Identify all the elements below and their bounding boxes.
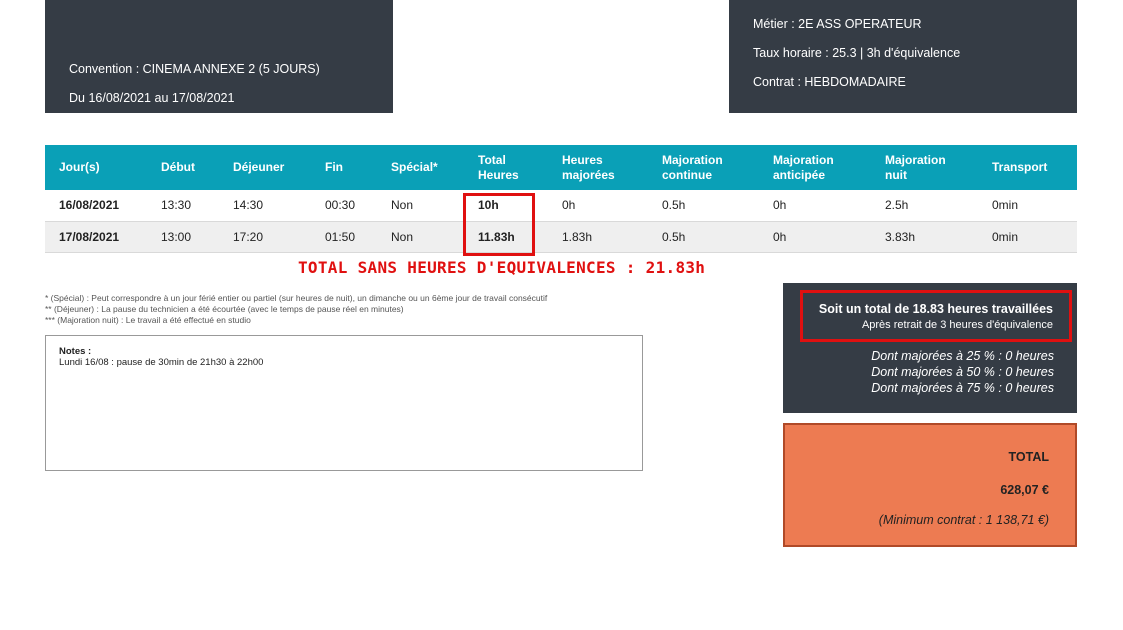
majoration-50: Dont majorées à 50 % : 0 heures <box>871 365 1054 379</box>
special-cell: Non <box>391 229 414 244</box>
header-cell: Transport <box>992 160 1048 174</box>
lunch-cell: 14:30 <box>233 198 264 213</box>
majoration-25: Dont majorées à 25 % : 0 heures <box>871 349 1054 363</box>
contract-label: Contrat : HEBDOMADAIRE <box>753 75 906 89</box>
header-cell: Majoration anticipée <box>773 152 834 182</box>
anticipated-cell: 0h <box>773 229 787 244</box>
header-cell: Total Heures <box>478 152 519 182</box>
job-header-box: Métier : 2E ASS OPERATEUR Taux horaire :… <box>729 0 1077 113</box>
total-label: TOTAL <box>1008 450 1049 464</box>
start-cell: 13:30 <box>161 198 192 213</box>
continuous-cell: 0.5h <box>662 229 686 244</box>
day-cell: 17/08/2021 <box>59 229 120 244</box>
header-cell: Majoration nuit <box>885 152 946 182</box>
total-hours-highlight <box>463 193 535 256</box>
header-cell: Majoration continue <box>662 152 723 182</box>
table-row: 17/08/2021 13:00 17:20 01:50 Non 11.83h … <box>45 221 1077 252</box>
transport-cell: 0min <box>992 229 1019 244</box>
start-cell: 13:00 <box>161 229 192 244</box>
header-cell: Déjeuner <box>233 160 285 174</box>
special-cell: Non <box>391 198 414 213</box>
header-cell: Fin <box>325 160 343 174</box>
header-cell: Jour(s) <box>59 160 100 174</box>
minimum-contract: (Minimum contrat : 1 138,71 €) <box>878 513 1049 527</box>
convention-label: Convention : CINEMA ANNEXE 2 (5 JOURS) <box>69 62 320 76</box>
table-row: 16/08/2021 13:30 14:30 00:30 Non 10h 0h … <box>45 190 1077 221</box>
hours-table: Jour(s) Début Déjeuner Fin Spécial* Tota… <box>45 145 1077 253</box>
continuous-cell: 0.5h <box>662 198 686 213</box>
overtime-cell: 0h <box>562 198 576 213</box>
night-cell: 3.83h <box>885 229 916 244</box>
transport-cell: 0min <box>992 198 1019 213</box>
table-header-row: Jour(s) Début Déjeuner Fin Spécial* Tota… <box>45 145 1077 190</box>
notes-title: Notes : <box>59 346 92 357</box>
total-box: TOTAL 628,07 € (Minimum contrat : 1 138,… <box>783 423 1077 547</box>
job-label: Métier : 2E ASS OPERATEUR <box>753 17 922 31</box>
convention-header-box: Convention : CINEMA ANNEXE 2 (5 JOURS) D… <box>45 0 393 113</box>
overtime-cell: 1.83h <box>562 229 593 244</box>
majoration-75: Dont majorées à 75 % : 0 heures <box>871 381 1054 395</box>
end-cell: 00:30 <box>325 198 356 213</box>
night-cell: 2.5h <box>885 198 909 213</box>
day-cell: 16/08/2021 <box>59 198 120 213</box>
worked-hours-highlight <box>800 290 1072 342</box>
hourly-rate-label: Taux horaire : 25.3 | 3h d'équivalence <box>753 46 961 60</box>
footnote: * (Spécial) : Peut correspondre à un jou… <box>45 293 548 303</box>
footnote: ** (Déjeuner) : La pause du technicien a… <box>45 304 404 314</box>
footnotes: * (Spécial) : Peut correspondre à un jou… <box>45 293 547 326</box>
anticipated-cell: 0h <box>773 198 787 213</box>
header-cell: Spécial* <box>391 160 438 174</box>
total-amount: 628,07 € <box>1000 483 1049 497</box>
header-cell: Heures majorées <box>562 152 615 182</box>
notes-box: Notes : Lundi 16/08 : pause de 30min de … <box>45 335 643 471</box>
end-cell: 01:50 <box>325 229 356 244</box>
header-cell: Début <box>161 160 195 174</box>
total-without-equivalence: TOTAL SANS HEURES D'EQUIVALENCES : 21.83… <box>298 258 706 277</box>
notes-text: Lundi 16/08 : pause de 30min de 21h30 à … <box>59 357 264 368</box>
footnote: *** (Majoration nuit) : Le travail a été… <box>45 315 251 325</box>
lunch-cell: 17:20 <box>233 229 264 244</box>
period-label: Du 16/08/2021 au 17/08/2021 <box>69 91 235 105</box>
